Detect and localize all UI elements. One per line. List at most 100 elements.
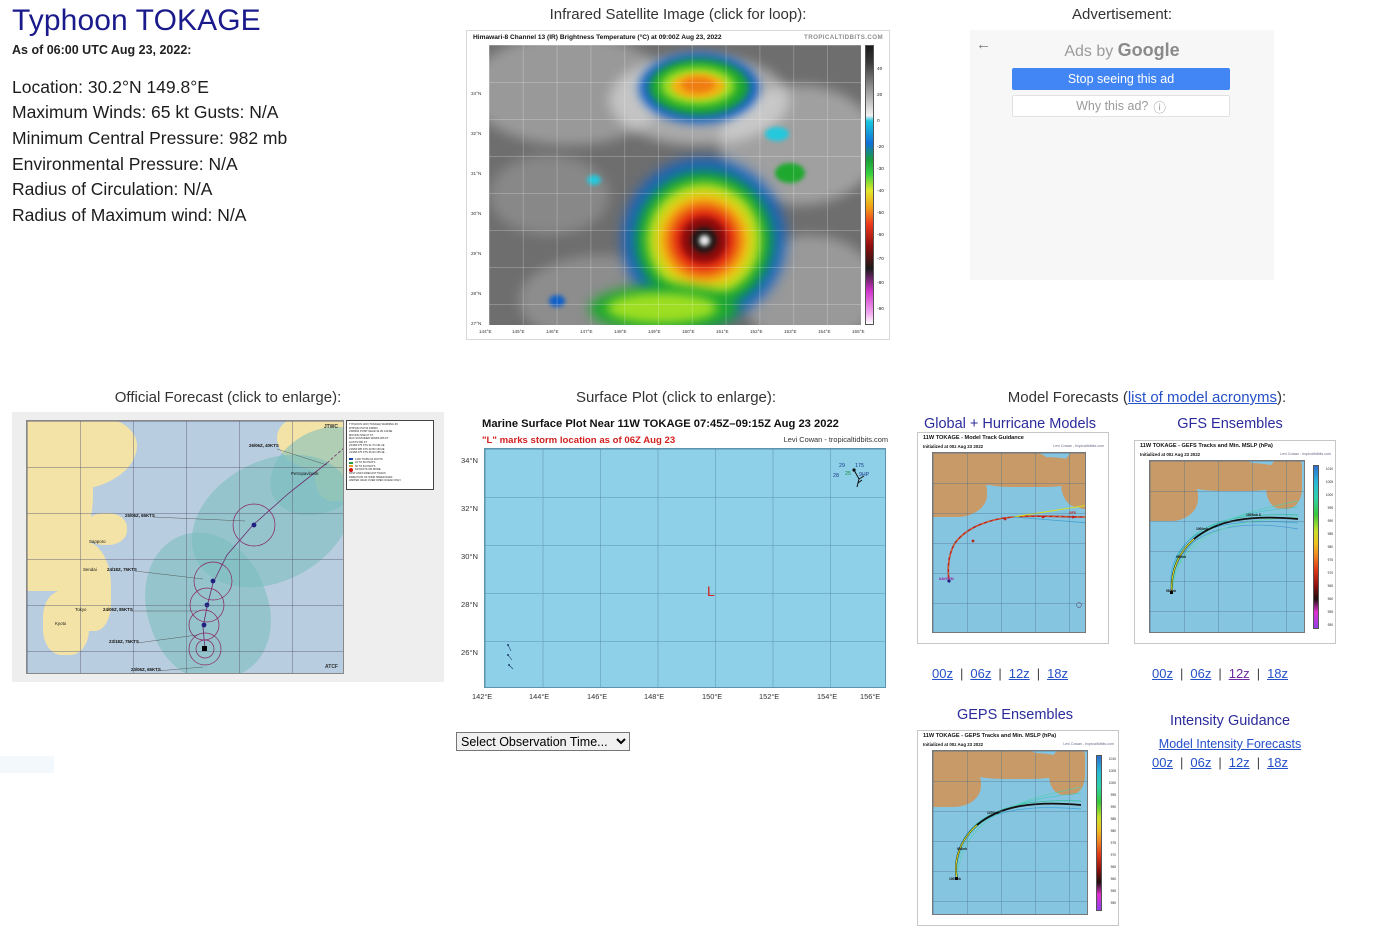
surface-plot-x-tick: 142°E [472, 692, 493, 701]
time-link-18z[interactable]: 18z [1267, 755, 1288, 770]
sat-lat-tick: 32°N [471, 131, 482, 136]
cbar-label: 975 [1327, 558, 1333, 562]
infrared-satellite-image[interactable]: Himawari-8 Channel 13 (IR) Brightness Te… [466, 30, 890, 340]
model-intensity-forecasts-link[interactable]: Model Intensity Forecasts [1159, 737, 1301, 751]
time-link-12z[interactable]: 12z [1229, 755, 1250, 770]
forecast-track-label: 23/06Z, 65KTS [131, 667, 161, 672]
storm-max-winds: Maximum Winds: 65 kt Gusts: N/A [12, 102, 279, 123]
observation-time-select[interactable]: Select Observation Time... 07:45Z 08:15Z… [456, 732, 630, 751]
surface-plot-y-tick: 28°N [461, 600, 478, 609]
time-link-00z[interactable]: 00z [1152, 666, 1173, 681]
time-link-18z[interactable]: 18z [1267, 666, 1288, 681]
info-icon: ⓘ [1153, 100, 1166, 115]
cbar-label: 965 [1110, 865, 1116, 869]
mslp-label: 984mb [957, 847, 968, 851]
sat-lon-tick: 149°E [648, 329, 661, 334]
cbar-label: 970 [1327, 571, 1333, 575]
forecast-track-label: 23/18Z, 75KTS [109, 639, 139, 644]
official-forecast-image[interactable]: 23/06Z, 65KTS 23/18Z, 75KTS 24/06Z, 85KT… [12, 412, 444, 682]
sat-lon-tick: 152°E [750, 329, 763, 334]
storm-details: Location: 30.2°N 149.8°E Maximum Winds: … [12, 75, 452, 229]
sat-lon-tick: 153°E [784, 329, 797, 334]
surface-plot-x-tick: 152°E [759, 692, 780, 701]
as-of-timestamp: As of 06:00 UTC Aug 23, 2022: [12, 42, 192, 57]
mslp-colorbar [1313, 465, 1319, 629]
model-tag: GFS [1069, 511, 1076, 515]
intensity-guidance-title: Intensity Guidance [1169, 713, 1291, 729]
sat-lon-tick: 144°E [479, 329, 492, 334]
surface-plot-credit: Levi Cowan - tropicaltidbits.com [783, 435, 888, 444]
map-credit: Levi Cowan - tropicaltidbits.com [1063, 742, 1114, 746]
sat-lon-tick: 155°E [852, 329, 865, 334]
satellite-heading: Infrared Satellite Image (click for loop… [549, 6, 807, 23]
map-subtitle: Initialized at 00z Aug 23 2022 [1140, 452, 1201, 457]
forecast-legend-box: TYPHOON 11W (TOKAGE) WARNING #9 WTPQ32 P… [346, 420, 434, 490]
colorbar-label: 20 [877, 93, 883, 98]
why-this-ad-button[interactable]: Why this ad? ⓘ [1012, 95, 1230, 117]
satellite-plot-area [489, 45, 861, 325]
atcf-watermark: ATCF [325, 664, 338, 670]
surface-plot-y-tick: 26°N [461, 648, 478, 657]
cbar-label: 975 [1110, 841, 1116, 845]
cbar-label: 980 [1327, 545, 1333, 549]
mslp-label: 1005mb S [1246, 513, 1261, 517]
sat-lon-tick: 145°E [512, 329, 525, 334]
why-this-ad-label: Why this ad? [1076, 99, 1149, 113]
sat-lat-tick: 30°N [471, 211, 482, 216]
low-pressure-marker: L [707, 583, 715, 599]
colorbar-label: 0 [877, 119, 880, 124]
jtwc-forecast-map: 23/06Z, 65KTS 23/18Z, 75KTS 24/06Z, 85KT… [26, 420, 344, 674]
model-track-guidance-image[interactable]: 11W TOKAGE - Model Track Guidance Initia… [917, 432, 1109, 644]
surface-plot-image[interactable]: Marine Surface Plot Near 11W TOKAGE 07:4… [460, 412, 892, 722]
mslp-label: 1470mb [987, 811, 999, 815]
city-label: Sendai [83, 567, 97, 572]
model-acronyms-link[interactable]: list of model acronyms [1128, 389, 1277, 406]
colorbar-label: -50 [877, 211, 884, 216]
model-forecasts-heading: Model Forecasts (list of model acronyms)… [900, 389, 1394, 406]
forecast-track-label: 24/18Z, 75KTS [107, 567, 137, 572]
sat-lat-tick: 29°N [471, 251, 482, 256]
surface-plot-y-tick: 32°N [461, 504, 478, 513]
page-root: Typhoon TOKAGE As of 06:00 UTC Aug 23, 2… [0, 0, 1394, 930]
time-link-12z[interactable]: 12z [1229, 666, 1250, 681]
geps-tracks-image[interactable]: 11W TOKAGE - GEPS Tracks and Min. MSLP (… [917, 730, 1119, 926]
station-temp: 29 [839, 463, 845, 469]
surface-plot-y-tick: 30°N [461, 552, 478, 561]
storm-radius-circulation: Radius of Circulation: N/A [12, 179, 213, 200]
forecast-track-label: 24/06Z, 85KTS [103, 607, 133, 612]
stop-seeing-this-ad-button[interactable]: Stop seeing this ad [1012, 68, 1230, 90]
time-link-12z[interactable]: 12z [1009, 666, 1030, 681]
time-link-00z[interactable]: 00z [1152, 755, 1173, 770]
cbar-label: 1010 [1108, 757, 1116, 761]
map-canvas: 982mb 990mb 1000mb 1005mb S [1149, 460, 1305, 633]
model-tag: NAVGEM [939, 577, 954, 581]
advertisement-heading: Advertisement: [1071, 6, 1173, 23]
mslp-label: 990mb [1176, 555, 1187, 559]
time-link-06z[interactable]: 06z [1190, 755, 1211, 770]
sat-lat-tick: 34°N [471, 91, 482, 96]
surface-plot-x-tick: 156°E [860, 692, 881, 701]
surface-plot-area: L 29 175 28 25 9HP [484, 448, 886, 688]
time-link-18z[interactable]: 18z [1047, 666, 1068, 681]
surface-plot-x-tick: 154°E [817, 692, 838, 701]
model-intensity-forecasts-row: Model Intensity Forecasts [1124, 735, 1336, 753]
cbar-label: 980 [1110, 829, 1116, 833]
official-forecast-heading: Official Forecast (click to enlarge): [114, 389, 342, 406]
map-canvas: 1470mb 984mb 1005mb [932, 750, 1088, 915]
gefs-tracks-image[interactable]: 11W TOKAGE - GEFS Tracks and Min. MSLP (… [1134, 440, 1336, 644]
surface-plot-title: Marine Surface Plot Near 11W TOKAGE 07:4… [482, 418, 839, 430]
map-canvas: NAVGEM GFS [932, 452, 1086, 633]
sat-lon-tick: 147°E [580, 329, 593, 334]
time-link-06z[interactable]: 06z [1190, 666, 1211, 681]
satellite-colorbar [865, 45, 874, 325]
surface-plot-x-tick: 146°E [587, 692, 608, 701]
map-title: 11W TOKAGE - GEFS Tracks and Min. MSLP (… [1140, 443, 1273, 449]
advertisement-panel[interactable]: ← Ads by Google Stop seeing this ad Why … [970, 30, 1274, 280]
page-title: Typhoon TOKAGE [12, 4, 261, 37]
storm-min-pressure: Minimum Central Pressure: 982 mb [12, 127, 288, 148]
cbar-label: 995 [1110, 793, 1116, 797]
cbar-label: 965 [1327, 584, 1333, 588]
time-link-00z[interactable]: 00z [932, 666, 953, 681]
city-label: Sapporo [89, 539, 106, 544]
time-link-06z[interactable]: 06z [970, 666, 991, 681]
